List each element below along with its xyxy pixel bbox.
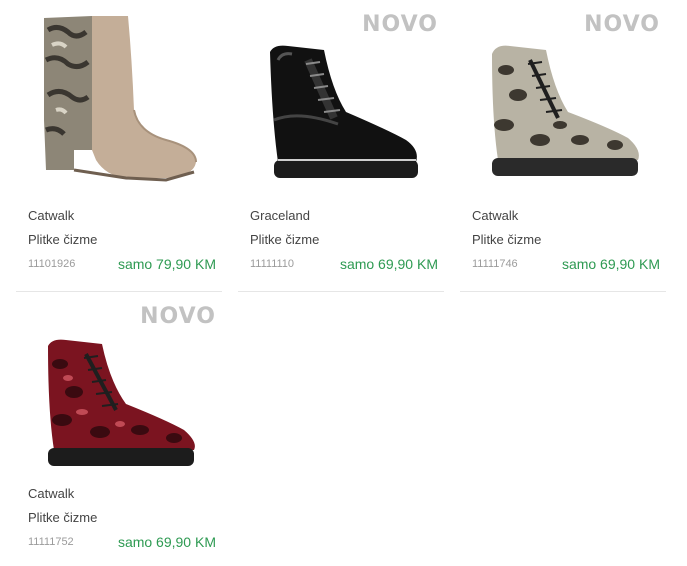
product-sku: 11111110 [250,258,295,270]
product-brand[interactable]: Catwalk [28,208,74,223]
product-brand[interactable]: Catwalk [28,486,74,501]
product-card[interactable]: NOVO Catwalk Plitke čizme 11111752 samo … [16,292,222,566]
product-type: Plitke čizme [28,232,98,247]
product-price: samo 69,90 KM [339,256,438,272]
product-type: Plitke čizme [472,232,542,247]
product-image[interactable]: NOVO [238,0,444,190]
product-price: samo 69,90 KM [561,256,660,272]
product-sku: 11101926 [28,258,76,270]
product-price: samo 69,90 KM [117,534,216,550]
product-sku: 11111752 [28,536,74,548]
product-card[interactable]: NOVO Graceland Plitke čizme 11111110 sam… [238,0,444,292]
product-image[interactable]: NOVO [16,292,222,482]
product-sku: 11111746 [472,258,518,270]
product-card[interactable]: Catwalk Plitke čizme 11101926 samo 79,90… [16,0,222,292]
product-type: Plitke čizme [250,232,320,247]
product-type: Plitke čizme [28,510,98,525]
new-badge: NOVO [140,304,216,329]
product-image[interactable]: NOVO [460,0,666,190]
product-card[interactable]: NOVO Catwalk Plitke čizme 11111746 samo … [460,0,666,292]
new-badge: NOVO [362,12,438,37]
product-image[interactable] [16,0,222,190]
heeled-ankle-boot-image [44,16,197,182]
new-badge: NOVO [584,12,660,37]
product-price: samo 79,90 KM [117,256,216,272]
product-brand[interactable]: Graceland [250,208,310,223]
product-brand[interactable]: Catwalk [472,208,518,223]
